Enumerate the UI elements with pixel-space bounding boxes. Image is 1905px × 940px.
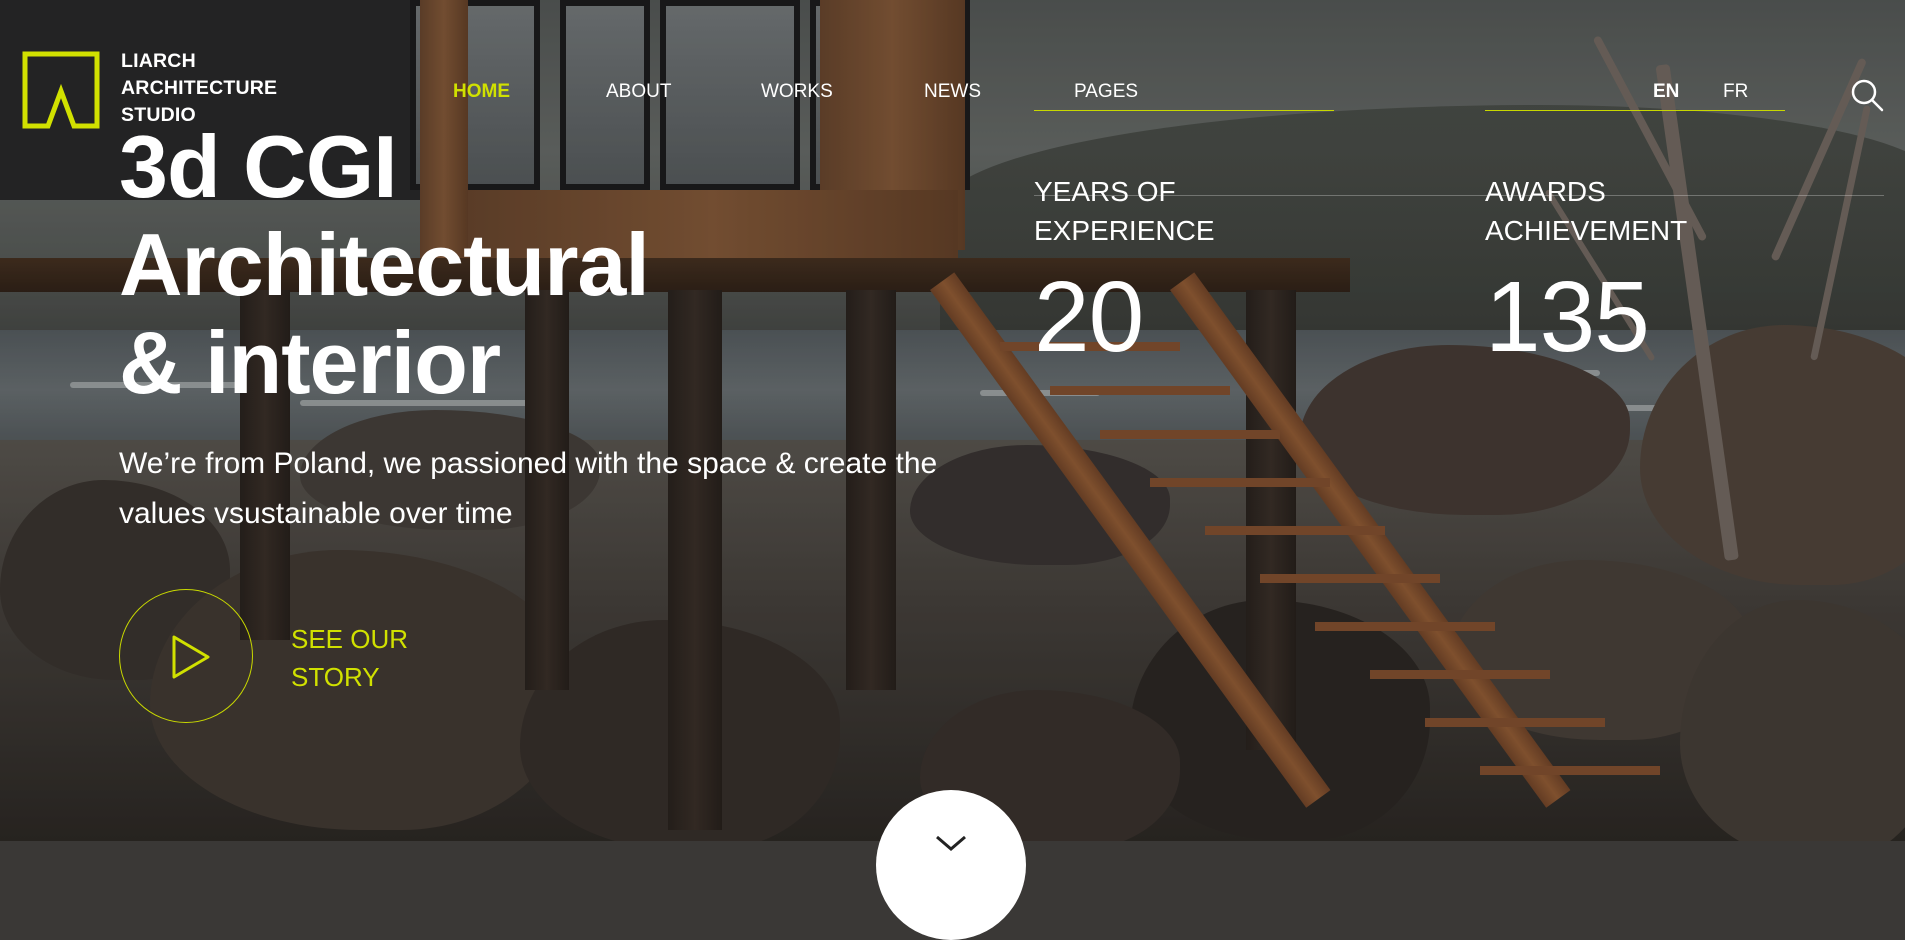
logo-icon	[22, 51, 100, 129]
logo-line: LIARCH	[121, 50, 196, 72]
scroll-down-button[interactable]	[876, 790, 1026, 940]
stat-label-line: EXPERIENCE	[1034, 215, 1215, 246]
stat-value-awards: 135	[1485, 261, 1650, 373]
see-our-story-link[interactable]: SEE OUR STORY	[291, 620, 408, 696]
play-icon	[172, 635, 210, 679]
hero-title-line: Architectural	[119, 215, 650, 314]
stat-label-line: ACHIEVEMENT	[1485, 215, 1688, 246]
language-en[interactable]: EN	[1653, 81, 1679, 103]
play-video-button[interactable]	[119, 589, 253, 723]
chevron-down-icon	[936, 835, 966, 851]
nav-item-pages[interactable]: PAGES	[1074, 81, 1138, 103]
hero-subtitle: We’re from Poland, we passioned with the…	[119, 447, 938, 530]
logo-line: ARCHITECTURE	[121, 77, 278, 99]
story-line: STORY	[291, 662, 380, 692]
nav-item-news[interactable]: NEWS	[924, 81, 981, 103]
nav-item-about[interactable]: ABOUT	[606, 81, 671, 103]
nav-item-home[interactable]: HOME	[453, 81, 510, 103]
hero-title-line: & interior	[119, 313, 501, 412]
language-fr[interactable]: FR	[1723, 81, 1748, 103]
search-icon[interactable]	[1850, 78, 1884, 112]
stat-label-line: AWARDS	[1485, 176, 1606, 207]
hero-title-line: 3d CGI	[119, 117, 398, 216]
stat-value-experience: 20	[1034, 261, 1144, 373]
hero-title: 3d CGI Architectural & interior	[119, 117, 650, 412]
stat-label-line: YEARS OF	[1034, 176, 1176, 207]
nav-item-works[interactable]: WORKS	[761, 81, 833, 103]
story-line: SEE OUR	[291, 624, 409, 654]
stat-label-experience: YEARS OF EXPERIENCE	[1034, 172, 1215, 250]
language-underline	[1485, 110, 1785, 111]
stat-label-awards: AWARDS ACHIEVEMENT	[1485, 172, 1687, 250]
nav-underline	[1034, 110, 1334, 111]
